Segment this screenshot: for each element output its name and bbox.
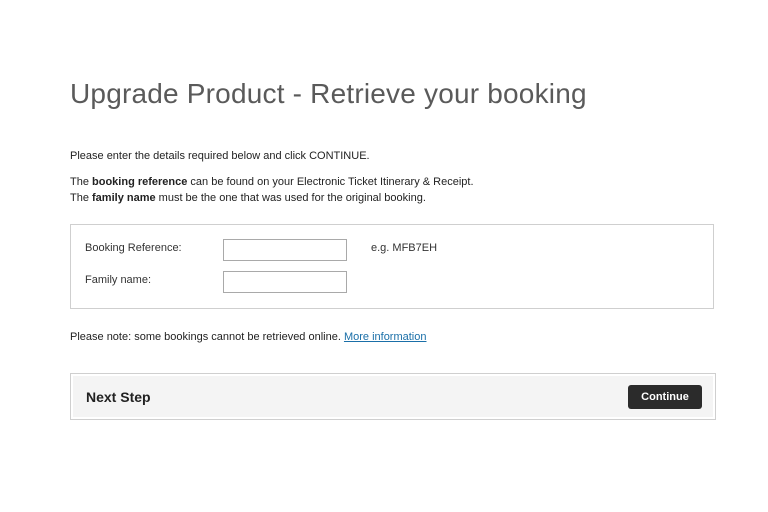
page-title: Upgrade Product - Retrieve your booking: [70, 78, 587, 109]
intro-instructions: Please enter the details required below …: [70, 150, 370, 162]
intro-text: The: [70, 176, 93, 188]
retrieve-booking-form: Booking Reference: e.g. MFB7EH Family na…: [70, 224, 714, 309]
next-step-title: Next Step: [86, 389, 151, 405]
more-information-link[interactable]: More information: [344, 331, 427, 343]
retrieval-note-text: Please note: some bookings cannot be ret…: [70, 331, 344, 343]
next-step-panel: Next Step Continue: [70, 373, 716, 420]
intro-booking-reference-help: The booking reference can be found on yo…: [70, 176, 474, 188]
intro-bold-term: booking reference: [92, 176, 188, 188]
booking-reference-input[interactable]: [223, 239, 347, 261]
intro-family-name-help: The family name must be the one that was…: [70, 192, 426, 204]
booking-reference-hint: e.g. MFB7EH: [371, 242, 438, 254]
family-name-label: Family name:: [85, 274, 152, 286]
intro-text: must be the one that was used for the or…: [155, 192, 426, 204]
family-name-input[interactable]: [223, 271, 347, 293]
continue-button[interactable]: Continue: [628, 385, 702, 409]
intro-bold-term: family name: [92, 192, 156, 204]
intro-text: The: [70, 192, 93, 204]
booking-reference-label: Booking Reference:: [85, 242, 182, 254]
intro-text: can be found on your Electronic Ticket I…: [187, 176, 474, 188]
retrieval-note: Please note: some bookings cannot be ret…: [70, 331, 427, 343]
